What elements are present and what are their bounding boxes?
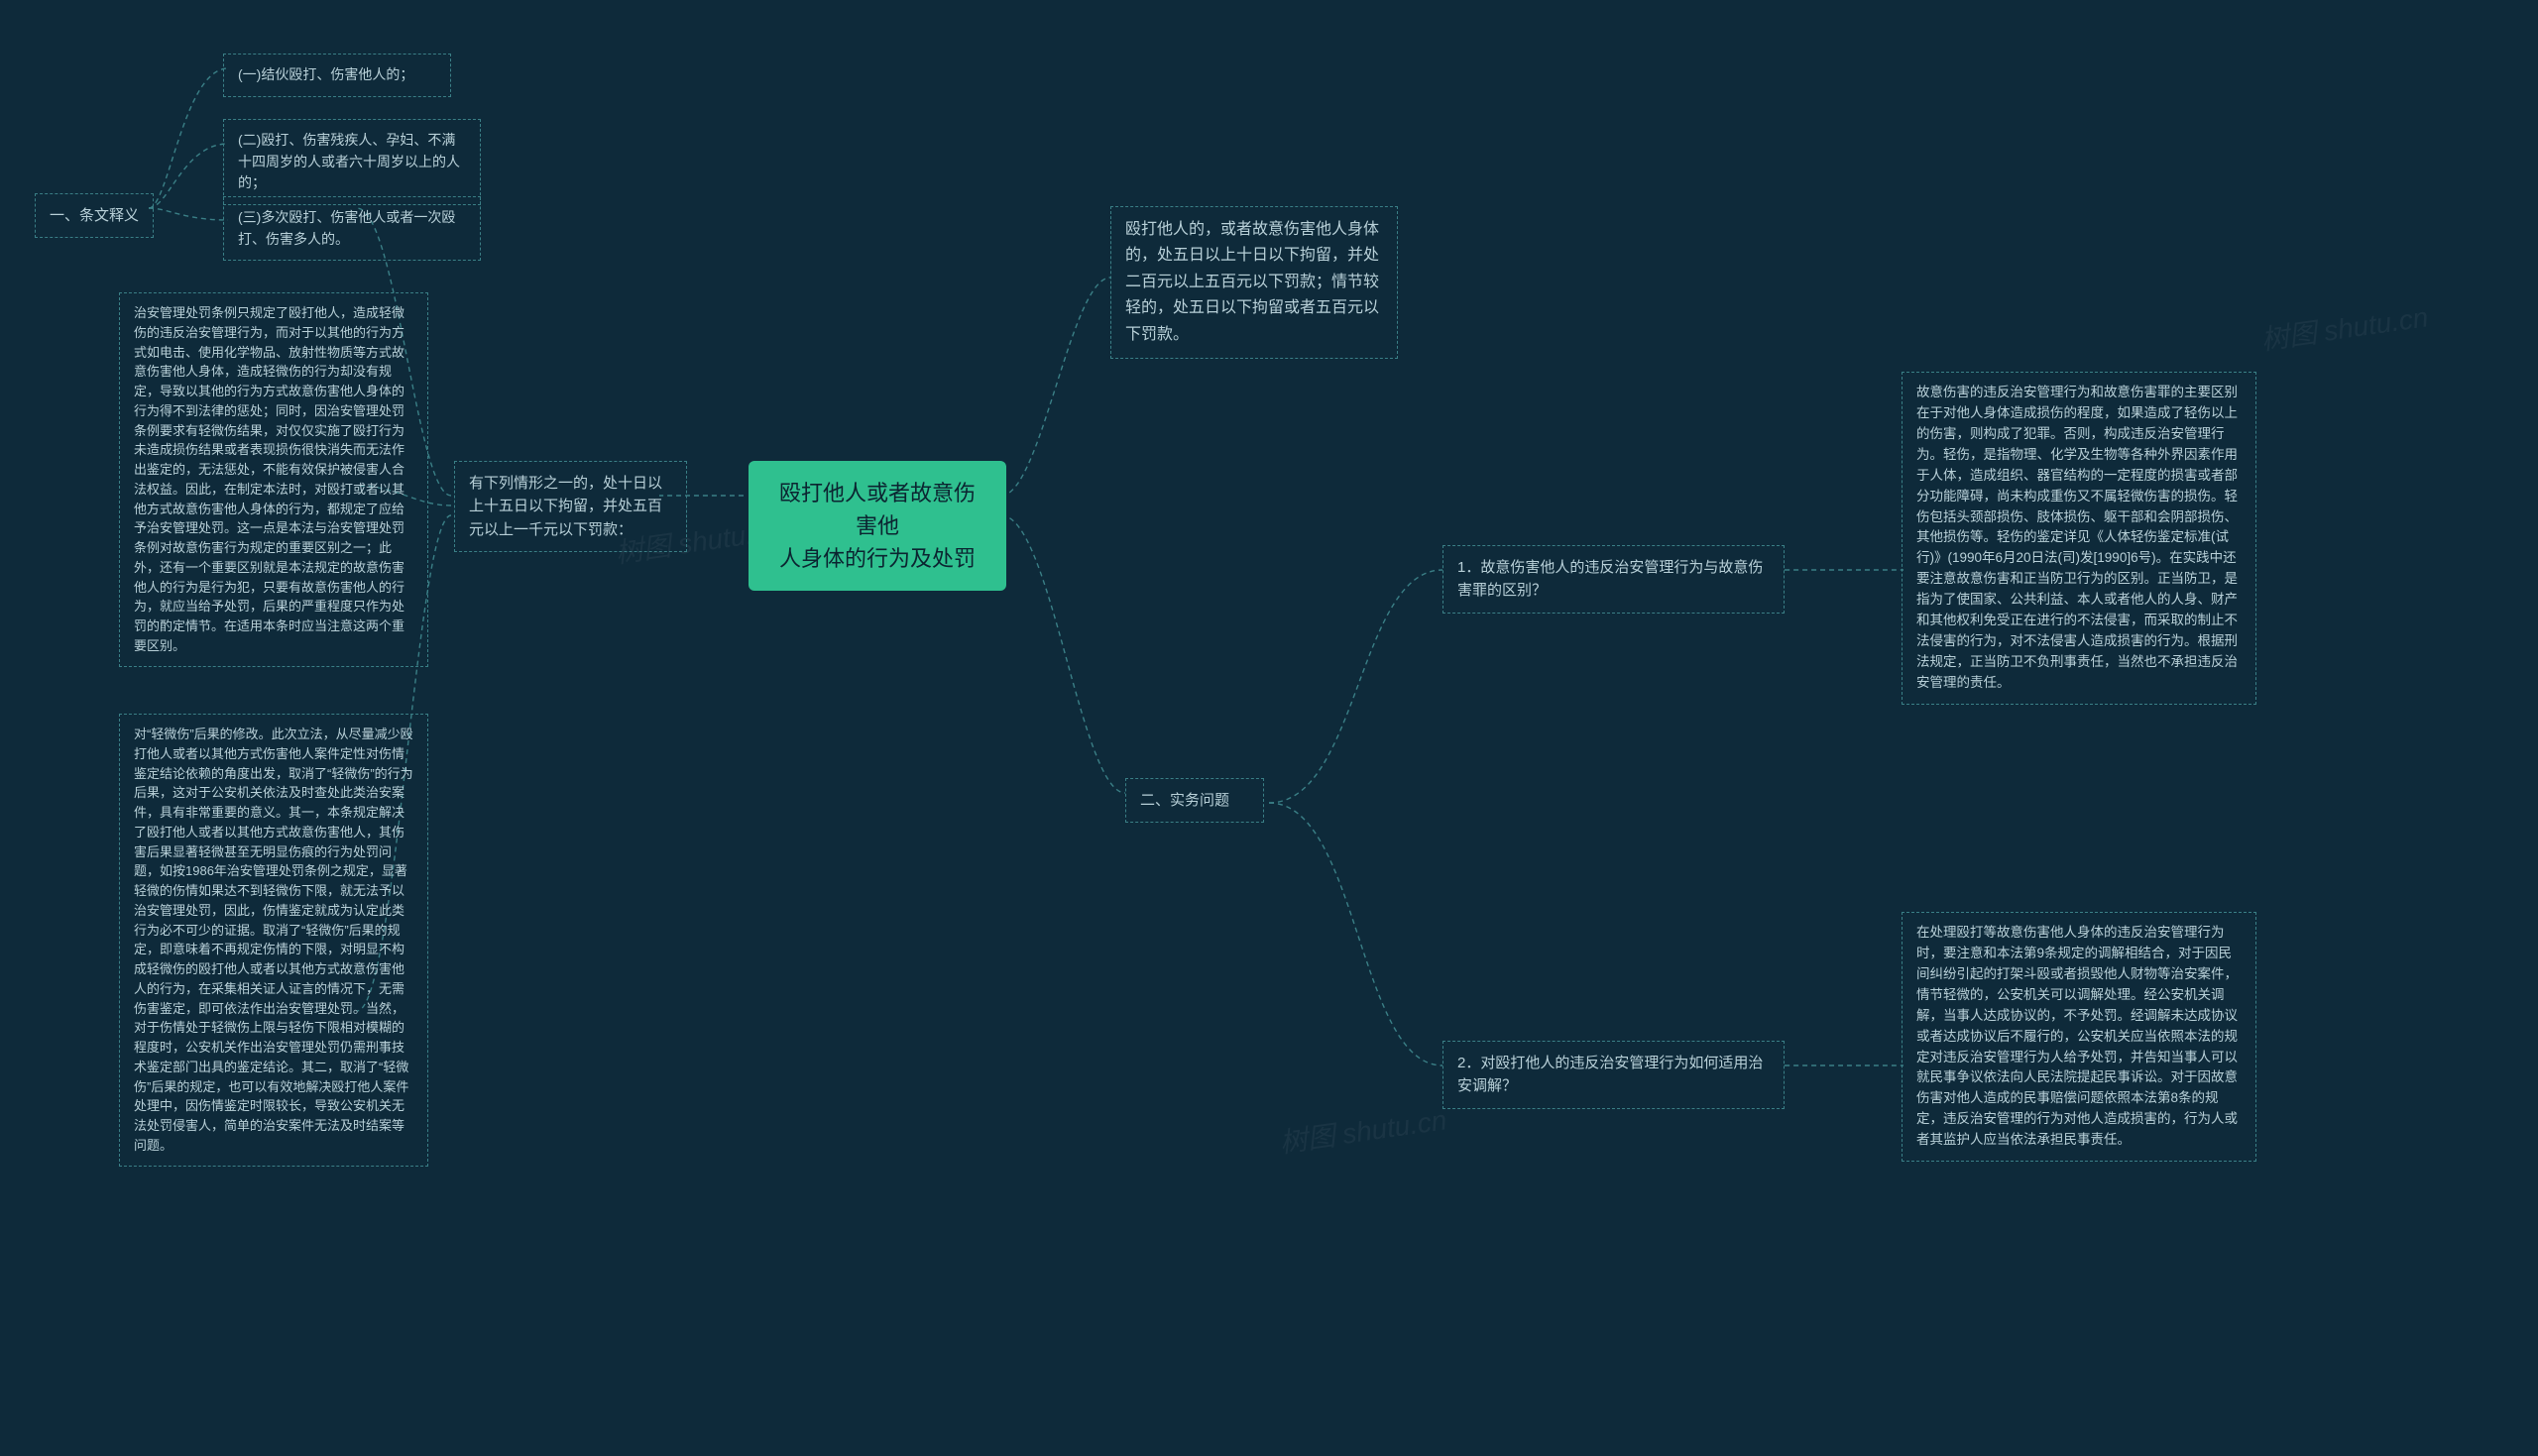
root-title-line2: 人身体的行为及处罚 — [770, 542, 984, 575]
right-paragraph-1: 殴打他人的，或者故意伤害他人身体的，处五日以上十日以下拘留，并处二百元以上五百元… — [1110, 206, 1398, 359]
left-paragraph-intro: 有下列情形之一的，处十日以上十五日以下拘留，并处五百元以上一千元以下罚款： — [454, 461, 687, 552]
watermark: 树图 shutu.cn — [2258, 295, 2431, 358]
practice-label: 二、实务问题 — [1125, 778, 1264, 823]
left-para-1: 治安管理处罚条例只规定了殴打他人，造成轻微伤的违反治安管理行为，而对于以其他的行… — [119, 292, 428, 667]
interpretation-label: 一、条文释义 — [35, 193, 154, 238]
question-1-label: 1．故意伤害他人的违反治安管理行为与故意伤害罪的区别？ — [1442, 545, 1785, 614]
question-2-label: 2．对殴打他人的违反治安管理行为如何适用治安调解？ — [1442, 1041, 1785, 1109]
question-1-text: 故意伤害的违反治安管理行为和故意伤害罪的主要区别在于对他人身体造成损伤的程度，如… — [1902, 372, 2256, 705]
item-3: (三)多次殴打、伤害他人或者一次殴打、伤害多人的。 — [223, 196, 481, 261]
question-2-text: 在处理殴打等故意伤害他人身体的违反治安管理行为时，要注意和本法第9条规定的调解相… — [1902, 912, 2256, 1162]
root-title-line1: 殴打他人或者故意伤害他 — [770, 477, 984, 542]
root-node: 殴打他人或者故意伤害他 人身体的行为及处罚 — [749, 461, 1006, 591]
mindmap-canvas: 树图 shutu.cn 树图 shutu.cn 树图 shutu.cn 殴打他人… — [0, 0, 2538, 1456]
watermark: 树图 shutu.cn — [1277, 1098, 1449, 1161]
left-para-2: 对“轻微伤”后果的修改。此次立法，从尽量减少殴打他人或者以其他方式伤害他人案件定… — [119, 714, 428, 1167]
item-2: (二)殴打、伤害残疾人、孕妇、不满十四周岁的人或者六十周岁以上的人的； — [223, 119, 481, 205]
item-1: (一)结伙殴打、伤害他人的； — [223, 54, 451, 97]
